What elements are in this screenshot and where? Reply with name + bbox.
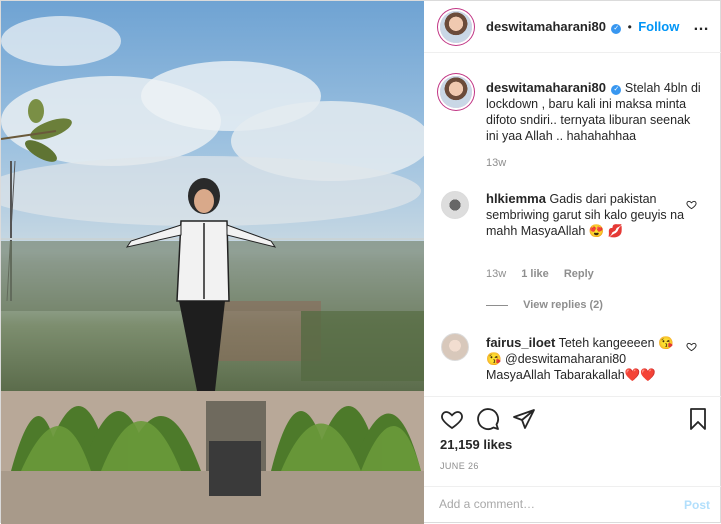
add-comment-bar: Post bbox=[424, 486, 721, 524]
comment-like-heart-icon[interactable] bbox=[686, 199, 697, 210]
likes-count[interactable]: 21,159 likes bbox=[440, 437, 512, 452]
view-replies-label: View replies (2) bbox=[523, 299, 603, 311]
bookmark-icon[interactable] bbox=[686, 407, 710, 431]
share-icon[interactable] bbox=[512, 407, 536, 431]
caption-time[interactable]: 13w bbox=[486, 157, 506, 169]
reply-button[interactable]: Reply bbox=[564, 268, 594, 280]
photo-illustration bbox=[1, 16, 424, 524]
caption-username[interactable]: deswitamaharani80 bbox=[486, 80, 606, 95]
author-avatar[interactable] bbox=[440, 11, 472, 43]
replies-divider bbox=[486, 304, 508, 306]
comment-likes-count[interactable]: 1 like bbox=[521, 268, 549, 280]
more-icon[interactable]: … bbox=[693, 17, 710, 35]
heart-icon[interactable] bbox=[440, 407, 464, 431]
comment-username[interactable]: hlkiemma bbox=[486, 191, 546, 206]
comment-username[interactable]: fairus_iloet bbox=[486, 335, 555, 350]
comment-avatar[interactable] bbox=[441, 191, 469, 219]
post-photo[interactable] bbox=[1, 1, 424, 524]
post-header: deswitamaharani80 ✓ • Follow … bbox=[424, 1, 721, 53]
author-username[interactable]: deswitamaharani80 bbox=[486, 19, 606, 34]
separator-dot: • bbox=[627, 20, 632, 34]
caption-avatar[interactable] bbox=[440, 76, 472, 108]
view-replies-button[interactable]: View replies (2) bbox=[486, 299, 603, 311]
comment-time[interactable]: 13w bbox=[486, 268, 506, 280]
comment-input[interactable] bbox=[439, 497, 659, 511]
verified-icon: ✓ bbox=[611, 24, 622, 34]
post-container: deswitamaharani80 ✓ • Follow … deswitama… bbox=[0, 0, 721, 524]
verified-icon: ✓ bbox=[611, 85, 622, 95]
post-sidebar: deswitamaharani80 ✓ • Follow … deswitama… bbox=[424, 1, 721, 524]
post-date[interactable]: JUNE 26 bbox=[440, 461, 479, 471]
follow-button[interactable]: Follow bbox=[638, 19, 679, 34]
comment-like-heart-icon[interactable] bbox=[686, 341, 697, 352]
post-button[interactable]: Post bbox=[684, 498, 710, 512]
comment-icon[interactable] bbox=[476, 407, 500, 431]
comment-avatar[interactable] bbox=[441, 333, 469, 361]
